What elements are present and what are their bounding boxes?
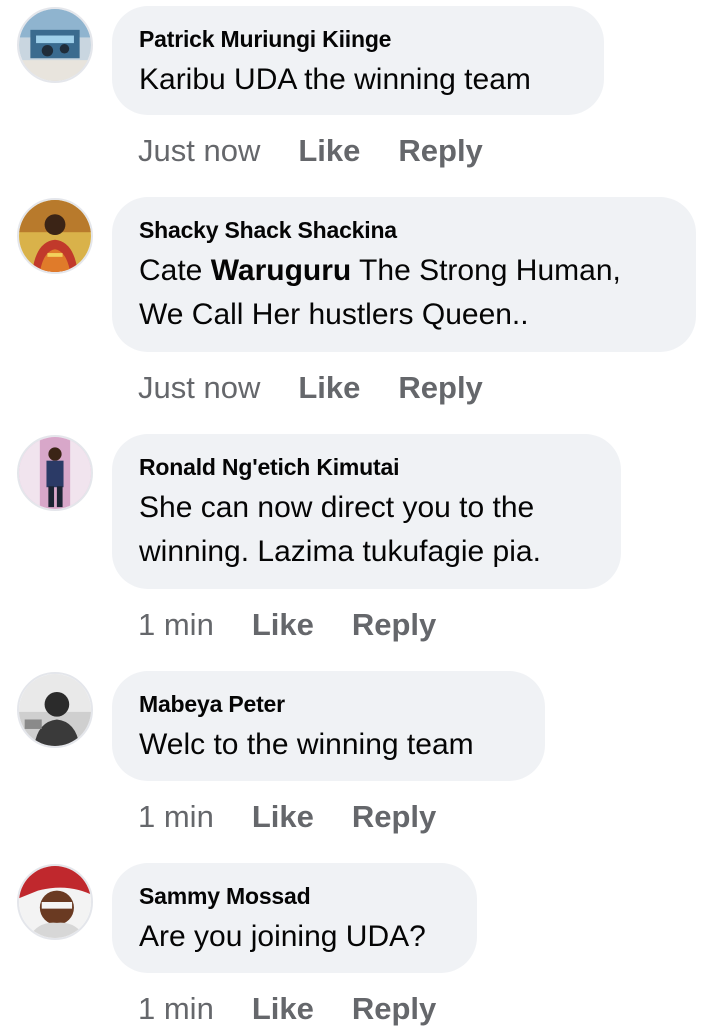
- avatar-photo: [19, 9, 91, 81]
- reply-button[interactable]: Reply: [398, 131, 482, 171]
- avatar[interactable]: [17, 198, 93, 274]
- comment-timestamp[interactable]: Just now: [138, 368, 260, 408]
- comment-text-part: Cate: [139, 254, 211, 287]
- comment-text-part: She can now direct you to the: [139, 491, 535, 524]
- reply-button[interactable]: Reply: [352, 797, 436, 837]
- comment-author[interactable]: Ronald Ng'etich Kimutai: [139, 454, 594, 480]
- avatar-photo: [19, 674, 91, 746]
- comment-bubble[interactable]: Shacky Shack Shackina Cate Waruguru The …: [112, 197, 696, 352]
- comment-text: Welc to the winning team: [139, 728, 474, 761]
- avatar-photo: [19, 866, 91, 938]
- comment-author[interactable]: Mabeya Peter: [139, 691, 518, 717]
- comment-timestamp[interactable]: 1 min: [138, 605, 214, 645]
- comment-text: Are you joining UDA?: [139, 920, 426, 953]
- avatar-photo: [19, 437, 91, 509]
- comment-author[interactable]: Patrick Muriungi Kiinge: [139, 26, 577, 52]
- comment-bubble[interactable]: Patrick Muriungi Kiinge Karibu UDA the w…: [112, 6, 604, 115]
- comment-actions: 1 min Like Reply: [138, 989, 436, 1029]
- comment-actions: 1 min Like Reply: [138, 797, 436, 837]
- comment-text-part: We Call Her hustlers Queen..: [139, 298, 529, 331]
- avatar[interactable]: [17, 672, 93, 748]
- avatar[interactable]: [17, 435, 93, 511]
- like-button[interactable]: Like: [298, 368, 360, 408]
- avatar[interactable]: [17, 7, 93, 83]
- comment-timestamp[interactable]: 1 min: [138, 989, 214, 1029]
- comment-text-part: The Strong Human,: [351, 254, 621, 287]
- comment-timestamp[interactable]: 1 min: [138, 797, 214, 837]
- reply-button[interactable]: Reply: [352, 989, 436, 1029]
- reply-button[interactable]: Reply: [352, 605, 436, 645]
- comment-author[interactable]: Shacky Shack Shackina: [139, 217, 669, 243]
- avatar[interactable]: [17, 864, 93, 940]
- comment-actions: Just now Like Reply: [138, 131, 483, 171]
- comment-text: Cate Waruguru The Strong Human, We Call H…: [139, 249, 669, 337]
- like-button[interactable]: Like: [298, 131, 360, 171]
- comment-text: She can now direct you to the winning. La…: [139, 486, 594, 574]
- comment-actions: 1 min Like Reply: [138, 605, 436, 645]
- like-button[interactable]: Like: [252, 797, 314, 837]
- comment-text-part: winning. Lazima tukufagie pia.: [139, 535, 541, 568]
- comment-timestamp[interactable]: Just now: [138, 131, 260, 171]
- comment-text: Karibu UDA the winning team: [139, 63, 531, 96]
- mention-tag[interactable]: Waruguru: [211, 254, 352, 287]
- comment-bubble[interactable]: Mabeya Peter Welc to the winning team: [112, 671, 545, 781]
- like-button[interactable]: Like: [252, 605, 314, 645]
- comment-bubble[interactable]: Sammy Mossad Are you joining UDA?: [112, 863, 477, 973]
- comment-author[interactable]: Sammy Mossad: [139, 883, 450, 909]
- like-button[interactable]: Like: [252, 989, 314, 1029]
- reply-button[interactable]: Reply: [398, 368, 482, 408]
- avatar-photo: [19, 200, 91, 272]
- comment-bubble[interactable]: Ronald Ng'etich Kimutai She can now dire…: [112, 434, 621, 589]
- comment-actions: Just now Like Reply: [138, 368, 483, 408]
